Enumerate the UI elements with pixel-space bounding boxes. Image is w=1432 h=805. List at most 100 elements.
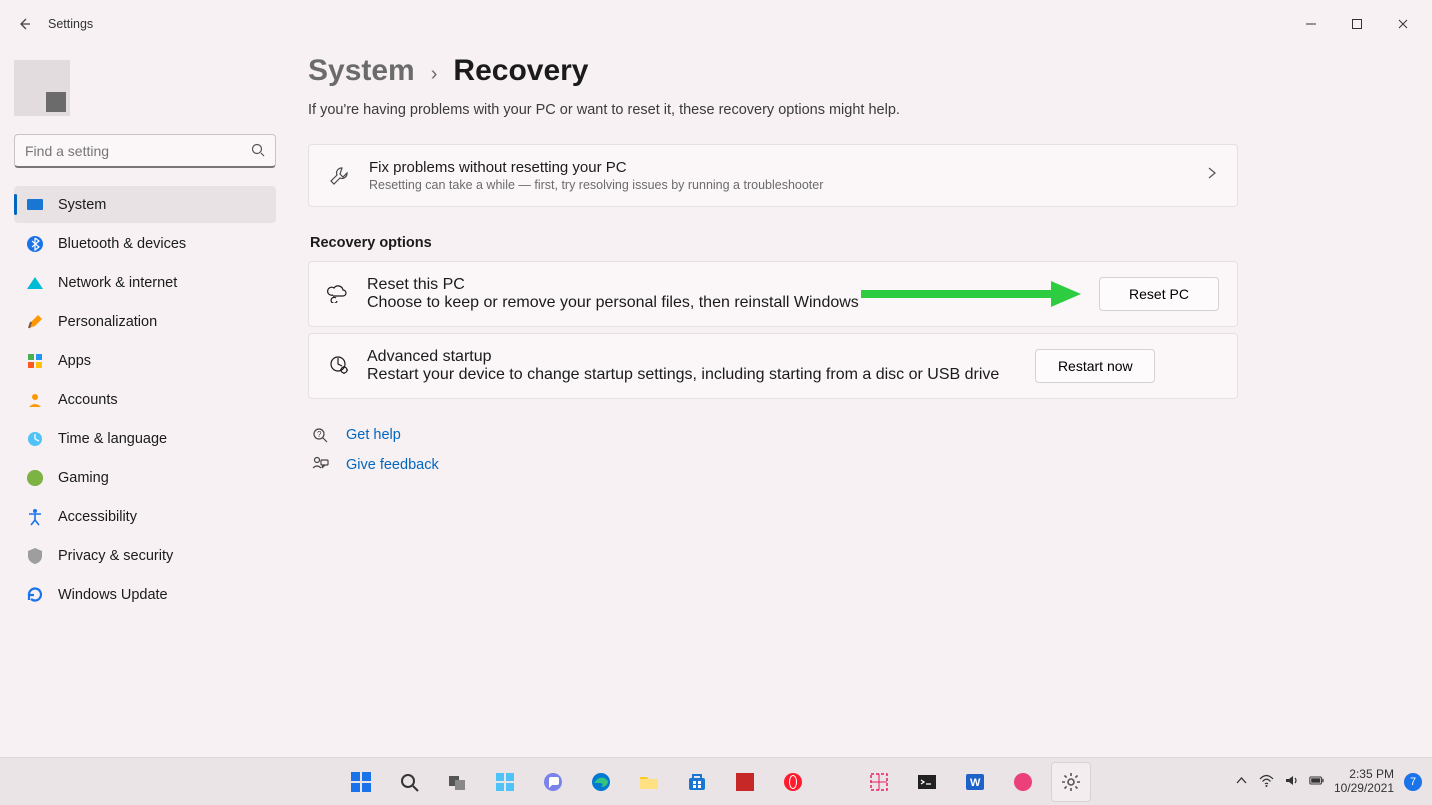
store-button[interactable] <box>677 762 717 802</box>
wifi-icon <box>26 274 44 292</box>
window-title: Settings <box>48 17 93 31</box>
display-icon <box>26 196 44 214</box>
card-title: Reset this PC <box>367 276 859 294</box>
app-button-2[interactable] <box>1003 762 1043 802</box>
sidebar-item-bluetooth[interactable]: Bluetooth & devices <box>14 225 276 262</box>
titlebar: Settings <box>0 0 1432 48</box>
tray-overflow[interactable] <box>1234 773 1249 791</box>
snip-icon <box>868 771 890 793</box>
back-button[interactable] <box>6 6 42 42</box>
task-view-button[interactable] <box>437 762 477 802</box>
sidebar-item-personalization[interactable]: Personalization <box>14 303 276 340</box>
widgets-icon <box>494 771 516 793</box>
breadcrumb-parent[interactable]: System <box>308 54 415 88</box>
sidebar-item-label: Network & internet <box>58 275 177 291</box>
advanced-startup-icon <box>327 353 349 380</box>
sidebar-item-label: Accounts <box>58 392 118 408</box>
opera-button[interactable] <box>773 762 813 802</box>
give-feedback-row[interactable]: Give feedback <box>310 455 1396 475</box>
sidebar-item-time[interactable]: Time & language <box>14 420 276 457</box>
gear-icon <box>1060 771 1082 793</box>
give-feedback-link[interactable]: Give feedback <box>346 457 439 473</box>
person-icon <box>26 391 44 409</box>
sidebar-item-accessibility[interactable]: Accessibility <box>14 498 276 535</box>
search-box[interactable] <box>14 134 276 168</box>
sidebar-item-label: Windows Update <box>58 587 168 603</box>
edge-button[interactable] <box>581 762 621 802</box>
main-content: System › Recovery If you're having probl… <box>290 48 1432 757</box>
feedback-icon <box>310 455 330 475</box>
breadcrumb: System › Recovery <box>308 54 1396 88</box>
volume-icon <box>1284 773 1299 788</box>
close-icon <box>1397 18 1409 30</box>
xbox-icon <box>26 469 44 487</box>
taskbar-center: W <box>341 762 1091 802</box>
sidebar-item-system[interactable]: System <box>14 186 276 223</box>
chat-button[interactable] <box>533 762 573 802</box>
tray-wifi[interactable] <box>1259 773 1274 791</box>
store-icon <box>686 771 708 793</box>
maximize-button[interactable] <box>1334 8 1380 40</box>
shield-icon <box>26 547 44 565</box>
sidebar: System Bluetooth & devices Network & int… <box>0 48 290 757</box>
sidebar-item-label: Gaming <box>58 470 109 486</box>
reset-pc-button[interactable]: Reset PC <box>1099 277 1219 311</box>
card-subtitle: Restart your device to change startup se… <box>367 366 999 384</box>
tray-volume[interactable] <box>1284 773 1299 791</box>
fix-problems-card[interactable]: Fix problems without resetting your PC R… <box>308 144 1238 207</box>
restart-now-button[interactable]: Restart now <box>1035 349 1155 383</box>
sidebar-item-label: Privacy & security <box>58 548 173 564</box>
system-tray: 2:35 PM 10/29/2021 7 <box>1234 768 1432 796</box>
accessibility-icon <box>26 508 44 526</box>
opera-icon <box>782 771 804 793</box>
taskbar-search[interactable] <box>389 762 429 802</box>
page-title: Recovery <box>453 54 588 88</box>
snip-button[interactable] <box>859 762 899 802</box>
chevron-right-icon: › <box>431 63 438 86</box>
edge-icon <box>590 771 612 793</box>
minimize-icon <box>1305 18 1317 30</box>
battery-icon <box>1309 773 1324 788</box>
get-help-link[interactable]: Get help <box>346 427 401 443</box>
settings-taskbar-button[interactable] <box>1051 762 1091 802</box>
app-icon <box>1012 771 1034 793</box>
tray-time: 2:35 PM <box>1334 768 1394 782</box>
app-icon <box>734 771 756 793</box>
sidebar-item-privacy[interactable]: Privacy & security <box>14 537 276 574</box>
profile-block[interactable] <box>14 56 276 134</box>
word-icon: W <box>964 771 986 793</box>
card-subtitle: Choose to keep or remove your personal f… <box>367 294 859 312</box>
sidebar-item-network[interactable]: Network & internet <box>14 264 276 301</box>
sidebar-item-gaming[interactable]: Gaming <box>14 459 276 496</box>
terminal-button[interactable] <box>907 762 947 802</box>
task-view-icon <box>446 771 468 793</box>
app-button-1[interactable] <box>725 762 765 802</box>
start-button[interactable] <box>341 762 381 802</box>
card-title: Fix problems without resetting your PC <box>369 159 823 176</box>
chat-icon <box>542 771 564 793</box>
search-input[interactable] <box>14 134 276 168</box>
sidebar-item-apps[interactable]: Apps <box>14 342 276 379</box>
search-icon <box>398 771 420 793</box>
notifications-badge[interactable]: 7 <box>1404 773 1422 791</box>
card-title: Advanced startup <box>367 348 999 366</box>
svg-text:W: W <box>970 777 981 789</box>
sidebar-item-accounts[interactable]: Accounts <box>14 381 276 418</box>
annotation-arrow <box>877 281 1081 307</box>
svg-text:?: ? <box>317 430 322 439</box>
tray-clock[interactable]: 2:35 PM 10/29/2021 <box>1334 768 1394 796</box>
explorer-button[interactable] <box>629 762 669 802</box>
chevron-up-icon <box>1234 773 1249 788</box>
terminal-icon <box>916 771 938 793</box>
minimize-button[interactable] <box>1288 8 1334 40</box>
tray-battery[interactable] <box>1309 773 1324 791</box>
sidebar-item-label: Accessibility <box>58 509 137 525</box>
widgets-button[interactable] <box>485 762 525 802</box>
sidebar-item-label: Time & language <box>58 431 167 447</box>
search-icon <box>250 142 266 163</box>
nav: System Bluetooth & devices Network & int… <box>14 186 276 613</box>
word-button[interactable]: W <box>955 762 995 802</box>
get-help-row[interactable]: ? Get help <box>310 425 1396 445</box>
sidebar-item-update[interactable]: Windows Update <box>14 576 276 613</box>
close-button[interactable] <box>1380 8 1426 40</box>
